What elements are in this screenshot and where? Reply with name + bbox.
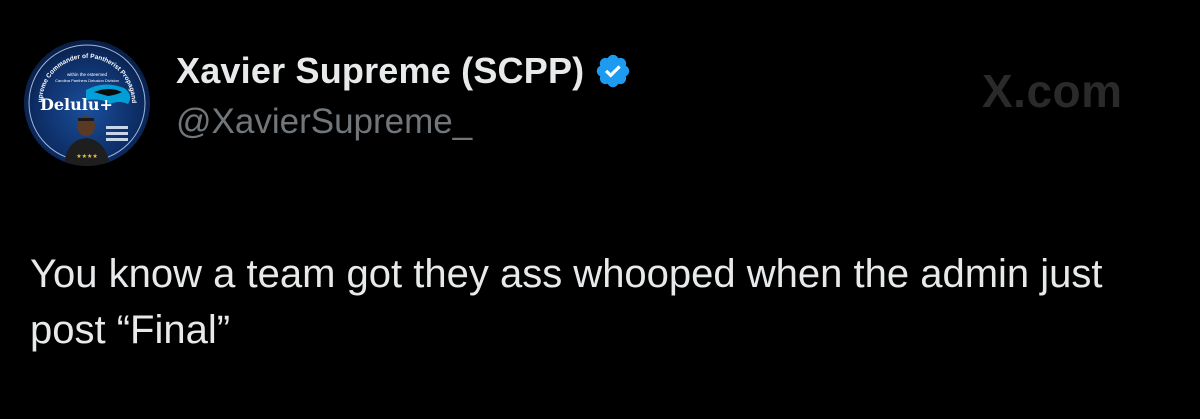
avatar-inner-text-1: within the esteemed: [67, 72, 108, 77]
tweet-text: You know a team got they ass whooped whe…: [30, 252, 1103, 352]
avatar-image: Supreme Commander of Pantherist Propagan…: [24, 40, 150, 166]
avatar[interactable]: Supreme Commander of Pantherist Propagan…: [24, 40, 150, 166]
author-name-row: Xavier Supreme (SCPP): [176, 46, 632, 96]
author-display-name[interactable]: Xavier Supreme (SCPP): [176, 50, 584, 92]
watermark: X.com: [982, 65, 1123, 117]
verified-badge-icon: [594, 52, 632, 90]
author-handle[interactable]: @XavierSupreme_: [176, 102, 472, 142]
avatar-inner-text-2: Carolina Panthers Delusion Division: [55, 78, 119, 83]
avatar-stars: ★★★★: [76, 153, 98, 160]
tweet-card: Supreme Commander of Pantherist Propagan…: [0, 0, 1200, 419]
avatar-logo-text: Delulu+: [40, 95, 113, 114]
